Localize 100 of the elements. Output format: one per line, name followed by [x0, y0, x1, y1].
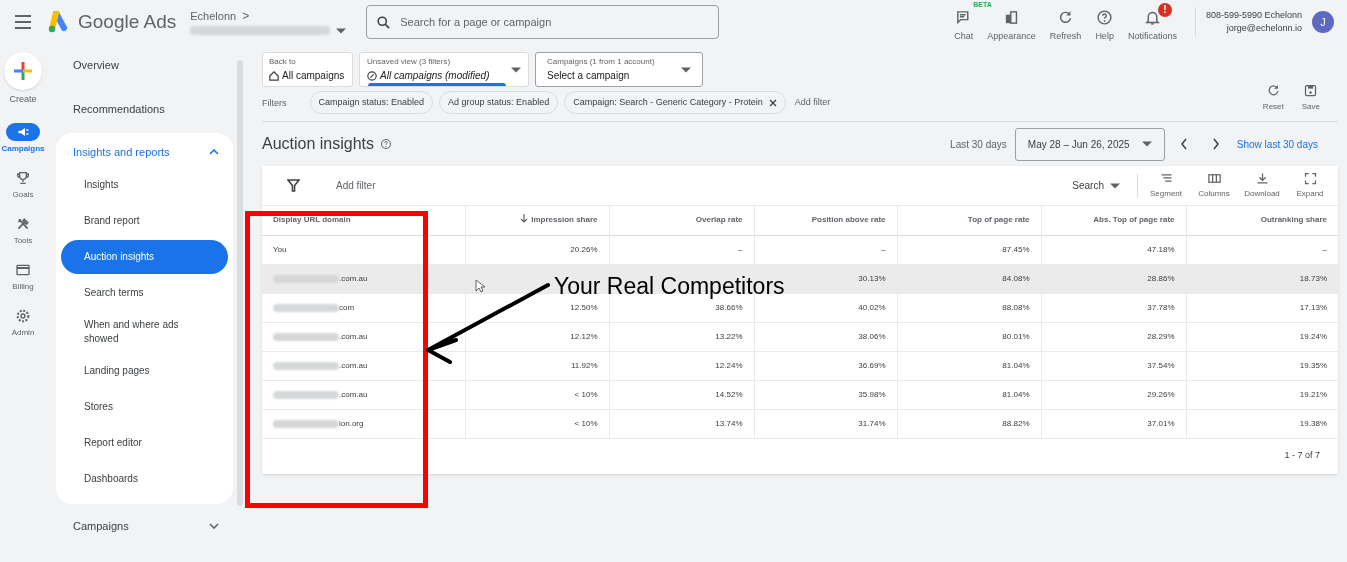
product-name: Google Ads	[78, 9, 177, 34]
menu-icon[interactable]	[15, 15, 31, 29]
filter-icon[interactable]	[287, 179, 300, 192]
back-button[interactable]: Back to All campaigns	[262, 52, 353, 87]
home-icon	[269, 70, 279, 81]
nav-item[interactable]: Search terms	[61, 275, 228, 310]
next-icon[interactable]	[1210, 138, 1221, 150]
search-field[interactable]: Search for a page or campaign	[366, 5, 720, 39]
dropdown-caret-icon	[1141, 141, 1152, 147]
column-header[interactable]: Display URL domain	[262, 206, 465, 235]
mouse-cursor-icon	[475, 279, 485, 293]
table-cell: 17.13%	[1186, 293, 1338, 322]
redacted-domain	[273, 419, 339, 428]
breadcrumb-link[interactable]: Echelonn	[190, 9, 237, 24]
table-cell: 37.78%	[1041, 293, 1186, 322]
close-icon[interactable]	[768, 98, 777, 107]
expand-button[interactable]: Expand	[1292, 171, 1328, 200]
help-button[interactable]: Help	[1095, 6, 1114, 44]
table-cell: 19.24%	[1186, 322, 1338, 351]
chat-button[interactable]: Chat	[954, 6, 974, 44]
column-header[interactable]: Position above rate	[754, 206, 897, 235]
nav-item[interactable]: Dashboards	[61, 461, 228, 496]
sort-down-icon	[520, 214, 529, 224]
view-icon	[367, 70, 377, 81]
rail-item[interactable]: Campaigns	[1, 122, 45, 155]
column-header[interactable]: Overlap rate	[609, 206, 754, 235]
rail-item[interactable]: Tools	[6, 214, 40, 247]
previous-icon[interactable]	[1178, 138, 1189, 150]
column-header[interactable]: Impression share	[465, 206, 609, 235]
rail-item[interactable]: Admin	[6, 306, 40, 339]
nav-section-header[interactable]: Campaigns	[56, 503, 233, 548]
account-number: 808-599-5990 Echelonn	[1205, 9, 1302, 22]
campaign-dropdown[interactable]: Campaigns (1 from 1 account) Select a campaign	[535, 52, 703, 87]
nav-item[interactable]: Report editor	[61, 425, 228, 460]
domain-suffix: ion.org	[339, 417, 364, 430]
nav-link[interactable]: Recommendations	[56, 87, 233, 130]
rail-item[interactable]: Billing	[6, 260, 40, 293]
table-cell: 14.52%	[609, 380, 754, 409]
nav-item[interactable]: Auction insights	[61, 239, 228, 274]
column-header[interactable]: Abs. Top of page rate	[1041, 206, 1186, 235]
nav-item[interactable]: Brand report	[61, 203, 228, 238]
table-cell: 13.22%	[609, 322, 754, 351]
table-cell: 12.50%	[465, 293, 609, 322]
redacted-domain	[273, 332, 339, 341]
table-cell: 19.21%	[1186, 380, 1338, 409]
nav-item[interactable]: Stores	[61, 389, 228, 424]
table-cell: 87.45%	[897, 235, 1041, 264]
nav-item[interactable]: Insights	[61, 167, 228, 202]
table-cell: 38.06%	[754, 322, 897, 351]
redacted-domain	[273, 303, 339, 312]
view-dropdown[interactable]: Unsaved view (3 filters) All campaigns (modified)	[359, 52, 529, 87]
dropdown-caret-icon	[1110, 182, 1120, 189]
add-filter-button[interactable]: Add filter	[791, 95, 834, 110]
column-header[interactable]: Top of page rate	[897, 206, 1041, 235]
network-dropdown[interactable]: Search	[1072, 178, 1120, 193]
show-last-30-days-link[interactable]: Show last 30 days	[1236, 136, 1318, 152]
table-cell: –	[1186, 235, 1338, 264]
table-cell: 81.04%	[897, 380, 1041, 409]
table-cell: 31.74%	[754, 409, 897, 438]
table-cell: –	[609, 235, 754, 264]
refresh-button[interactable]: Refresh	[1049, 6, 1082, 44]
domain-suffix: .com.au	[339, 359, 368, 372]
table-cell: 81.04%	[897, 351, 1041, 380]
column-header[interactable]: Outranking share	[1186, 206, 1338, 235]
nav-link[interactable]: Overview	[56, 44, 233, 87]
segment-button[interactable]: Segment	[1148, 171, 1184, 200]
save-icon	[1303, 83, 1319, 98]
table-cell: 88.82%	[897, 409, 1041, 438]
columns-button[interactable]: Columns	[1196, 171, 1232, 200]
save-button[interactable]: Save	[1301, 83, 1320, 113]
account-email: jorge@echelonn.io	[1226, 22, 1302, 35]
table-cell: < 10%	[465, 380, 609, 409]
date-range-picker[interactable]: May 28 – Jun 26, 2025	[1014, 127, 1165, 161]
table-cell: 11.92%	[465, 351, 609, 380]
download-button[interactable]: Download	[1244, 171, 1280, 200]
settings-icon	[15, 307, 31, 324]
nav-item[interactable]: When and where ads showed	[61, 311, 228, 352]
table-cell: < 10%	[465, 409, 609, 438]
domain-cell: You	[273, 244, 287, 254]
add-filter-button[interactable]: Add filter	[336, 178, 376, 193]
appearance-button[interactable]: Appearance	[987, 6, 1036, 44]
chevron-up-icon	[209, 149, 219, 156]
rail-item[interactable]: Goals	[6, 168, 40, 201]
table-cell: 36.69%	[754, 351, 897, 380]
nav-section-header[interactable]: Insights and reports	[56, 139, 233, 166]
table-cell: 84.08%	[897, 264, 1041, 293]
reset-button[interactable]: Reset	[1262, 83, 1284, 113]
nav-item[interactable]: Landing pages	[61, 353, 228, 388]
search-icon	[376, 15, 392, 30]
expand-icon	[1302, 171, 1318, 186]
table-cell: 88.08%	[897, 293, 1041, 322]
table-cell: 19.35%	[1186, 351, 1338, 380]
account-dropdown-caret-icon	[336, 27, 347, 34]
table-cell: 18.73%	[1186, 264, 1338, 293]
domain-suffix: .com.au	[339, 388, 368, 401]
table-cell: 12.12%	[465, 322, 609, 351]
redacted-domain	[273, 390, 339, 399]
help-icon[interactable]	[380, 138, 393, 150]
avatar[interactable]: J	[1312, 11, 1334, 33]
table-cell: 20.26%	[465, 235, 609, 264]
